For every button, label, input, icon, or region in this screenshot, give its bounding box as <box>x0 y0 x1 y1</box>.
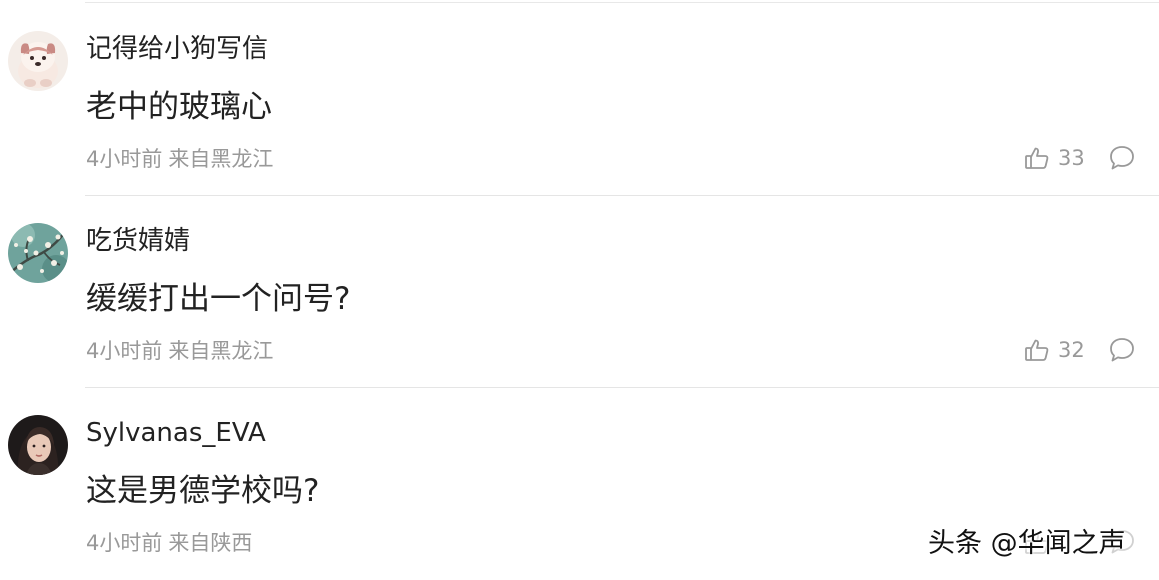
comment-time: 4小时前 <box>86 339 163 363</box>
comment-username[interactable]: Sylvanas_EVA <box>86 416 266 450</box>
like-button[interactable]: 33 <box>1024 142 1085 174</box>
thumbs-up-icon <box>1025 339 1049 361</box>
comment-location: 来自黑龙江 <box>168 147 274 171</box>
comment-meta: 4小时前 来自黑龙江 <box>86 144 273 174</box>
comment-bubble-icon <box>1110 338 1134 362</box>
thumbs-up-icon <box>1025 147 1049 169</box>
puppy-avatar-icon[interactable] <box>8 31 68 91</box>
reply-button[interactable] <box>1108 336 1136 364</box>
like-count: 32 <box>1058 338 1085 362</box>
comment-username[interactable]: 吃货婧婧 <box>86 224 190 258</box>
comment-meta: 4小时前 来自陕西 <box>86 528 252 558</box>
comment-username[interactable]: 记得给小狗写信 <box>86 32 268 66</box>
comment-bubble-icon <box>1110 146 1134 170</box>
portrait-avatar-icon[interactable] <box>8 415 68 475</box>
comment-location: 来自陕西 <box>168 531 253 555</box>
comment-meta: 4小时前 来自黑龙江 <box>86 336 273 366</box>
like-button[interactable]: 32 <box>1024 334 1085 366</box>
reply-button[interactable] <box>1108 144 1136 172</box>
comment-item: 吃货婧婧 缓缓打出一个问号? 4小时前 来自黑龙江 32 <box>0 196 1159 388</box>
comment-text: 缓缓打出一个问号? <box>86 281 351 317</box>
comment-location: 来自黑龙江 <box>168 339 274 363</box>
comment-text: 老中的玻璃心 <box>86 89 272 125</box>
comment-time: 4小时前 <box>86 147 163 171</box>
top-divider <box>85 2 1159 3</box>
comment-item: 记得给小狗写信 老中的玻璃心 4小时前 来自黑龙江 33 <box>0 4 1159 196</box>
blossom-painting-avatar-icon[interactable] <box>8 223 68 283</box>
comment-text: 这是男德学校吗? <box>86 473 320 509</box>
like-count: 33 <box>1058 146 1085 170</box>
comment-time: 4小时前 <box>86 531 163 555</box>
watermark: 头条 @华闻之声 <box>928 528 1126 559</box>
